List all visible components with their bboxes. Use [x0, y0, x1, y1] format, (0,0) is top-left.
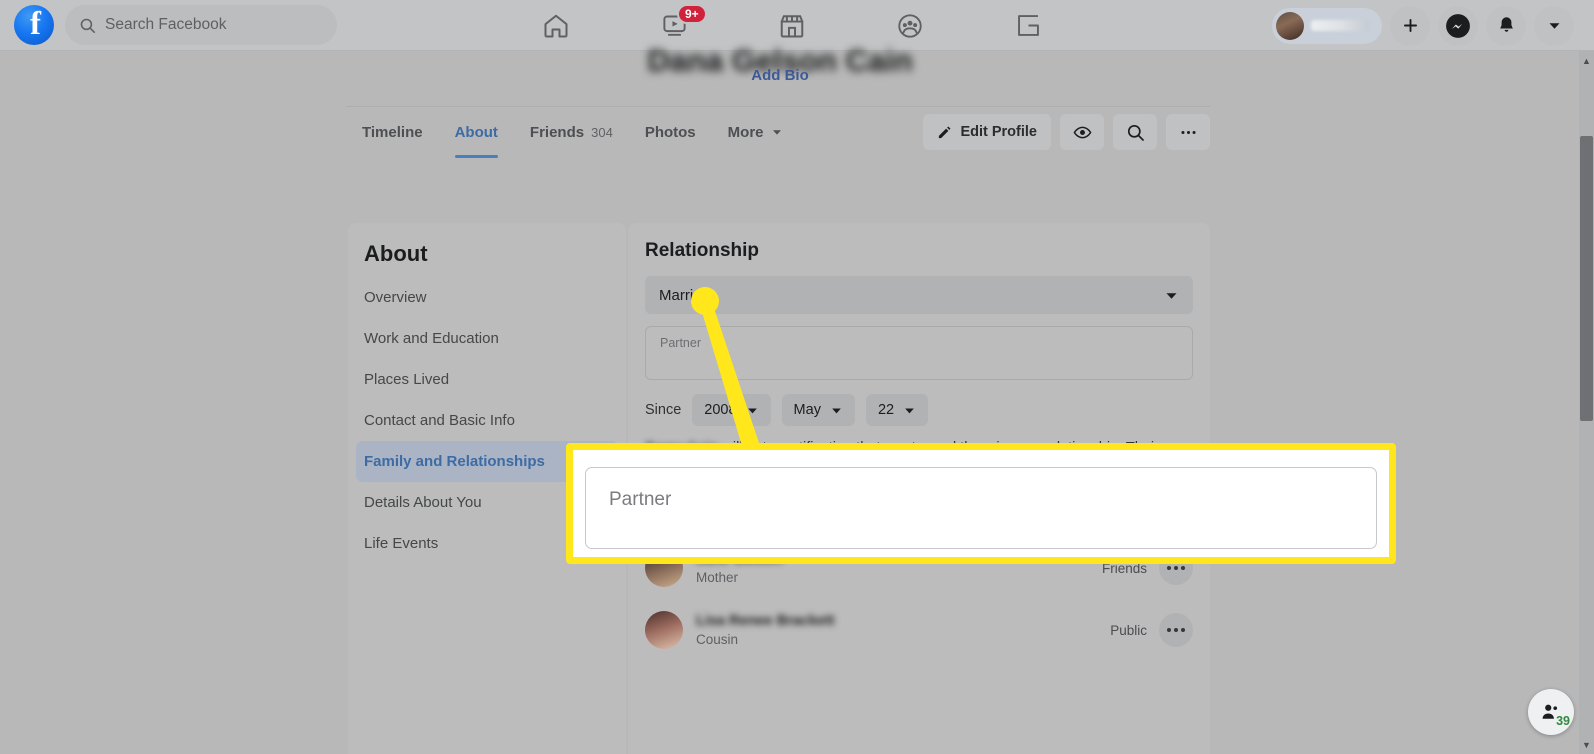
sidebar-item-label: Work and Education [364, 330, 499, 347]
groups-icon [898, 13, 922, 38]
tab-timeline-label: Timeline [362, 123, 423, 141]
chevron-down-icon [1549, 23, 1559, 29]
sidebar-item-work-and-education[interactable]: Work and Education [356, 318, 618, 359]
tab-friends-count: 304 [591, 124, 613, 140]
relationship-status-select[interactable]: Married [645, 276, 1193, 314]
tab-photos-label: Photos [644, 123, 696, 141]
sidebar-item-label: Overview [364, 289, 427, 306]
scrollbar-thumb[interactable] [1580, 136, 1593, 421]
since-day-select[interactable]: 22 [865, 394, 929, 426]
chevron-down-icon [905, 408, 914, 413]
notifications-button[interactable] [1486, 5, 1526, 46]
gaming-icon [1017, 15, 1039, 36]
account-menu-button[interactable] [1534, 5, 1574, 46]
chevron-down-icon [1166, 292, 1177, 299]
avatar [645, 611, 683, 649]
plus-icon [1403, 19, 1417, 32]
since-month-value: May [793, 402, 821, 418]
search-icon [1127, 124, 1144, 141]
chevron-down-icon [832, 408, 841, 413]
since-label: Since [645, 402, 682, 418]
partner-input-zoomed[interactable]: Partner [585, 467, 1377, 549]
tab-more-label: More [727, 123, 764, 141]
sidebar-item-label: Life Events [364, 535, 439, 552]
eye-icon [1073, 126, 1091, 138]
sidebar-item-label: Family and Relationships [364, 453, 545, 470]
sidebar-item-overview[interactable]: Overview [356, 277, 618, 318]
bell-icon [1499, 17, 1513, 32]
facebook-logo-icon[interactable] [14, 5, 54, 45]
tab-photos[interactable]: Photos [629, 107, 712, 158]
family-member-more-button[interactable] [1159, 613, 1193, 647]
screen: Search Facebook 9+ [0, 0, 1594, 754]
since-year-value: 2008 [704, 402, 737, 418]
partner-placeholder-text: Partner [660, 336, 701, 350]
table-row[interactable]: Lisa Renee Brackett Cousin Public [645, 604, 1193, 656]
callout-marker-dot [691, 287, 719, 315]
partner-input[interactable]: Partner [645, 326, 1193, 380]
tab-friends-label: Friends [529, 123, 585, 141]
avatar [1276, 11, 1304, 40]
marketplace-icon [780, 14, 804, 37]
family-member-relation: Mother [696, 570, 739, 585]
profile-shortcut[interactable] [1272, 7, 1382, 44]
scroll-down-arrow-icon[interactable]: ▼ [1580, 737, 1593, 752]
family-member-info: Lisa Renee Brackett Cousin [696, 613, 835, 647]
sidebar-item-label: Contact and Basic Info [364, 412, 515, 429]
search-icon [80, 18, 96, 33]
about-heading: About [364, 241, 428, 266]
tab-about-label: About [454, 123, 498, 141]
tab-friends[interactable]: Friends 304 [514, 107, 629, 158]
sidebar-item-label: Places Lived [364, 371, 450, 388]
messenger-icon [1446, 13, 1470, 38]
edit-profile-button[interactable]: Edit Profile [923, 114, 1051, 150]
edit-profile-label: Edit Profile [960, 124, 1037, 140]
chevron-down-icon [747, 408, 757, 413]
sidebar-item-label: Details About You [364, 494, 482, 511]
family-member-relation: Cousin [696, 632, 739, 647]
since-year-select[interactable]: 2008 [692, 394, 771, 426]
home-icon [544, 14, 568, 37]
relationship-heading: Relationship [645, 240, 760, 261]
since-month-select[interactable]: May [781, 394, 855, 426]
pencil-icon [939, 126, 951, 138]
add-bio-link[interactable]: Add Bio [0, 67, 1560, 84]
family-member-actions: Public [1110, 613, 1193, 647]
family-member-name: Lisa Renee Brackett [696, 613, 835, 629]
video-badge: 9+ [677, 4, 707, 24]
chevron-down-icon [772, 130, 781, 135]
search-placeholder-text: Search Facebook [105, 16, 227, 33]
page-scrollbar[interactable]: ▲ ▼ [1579, 51, 1594, 754]
tab-timeline[interactable]: Timeline [346, 107, 439, 158]
search-input[interactable]: Search Facebook [65, 5, 337, 45]
partner-placeholder-text: Partner [609, 489, 672, 510]
since-date-row: Since 2008 May 22 [645, 394, 1210, 426]
profile-action-buttons: Edit Profile [923, 114, 1210, 150]
tab-more[interactable]: More [712, 107, 799, 158]
profile-more-button[interactable] [1166, 114, 1210, 150]
since-day-value: 22 [877, 402, 895, 418]
scroll-up-arrow-icon[interactable]: ▲ [1580, 53, 1593, 68]
profile-search-button[interactable] [1113, 114, 1157, 150]
sidebar-item-places-lived[interactable]: Places Lived [356, 359, 618, 400]
contacts-button[interactable]: 39 [1528, 689, 1574, 735]
profile-tabs: Timeline About Friends 304 Photos More E… [346, 106, 1210, 158]
more-icon [1180, 130, 1196, 134]
profile-name-redacted [1311, 20, 1369, 31]
view-as-button[interactable] [1060, 114, 1104, 150]
contacts-count: 39 [1556, 714, 1570, 728]
privacy-label: Public [1110, 622, 1147, 638]
tab-about[interactable]: About [439, 107, 514, 158]
zoom-callout-partner-field: Partner [566, 443, 1396, 564]
messenger-button[interactable] [1438, 5, 1478, 46]
page-body: Dana Gelson Cain Add Bio Timeline About … [0, 43, 1594, 754]
sidebar-item-contact-and-basic-info[interactable]: Contact and Basic Info [356, 400, 618, 441]
create-button[interactable] [1390, 5, 1430, 46]
